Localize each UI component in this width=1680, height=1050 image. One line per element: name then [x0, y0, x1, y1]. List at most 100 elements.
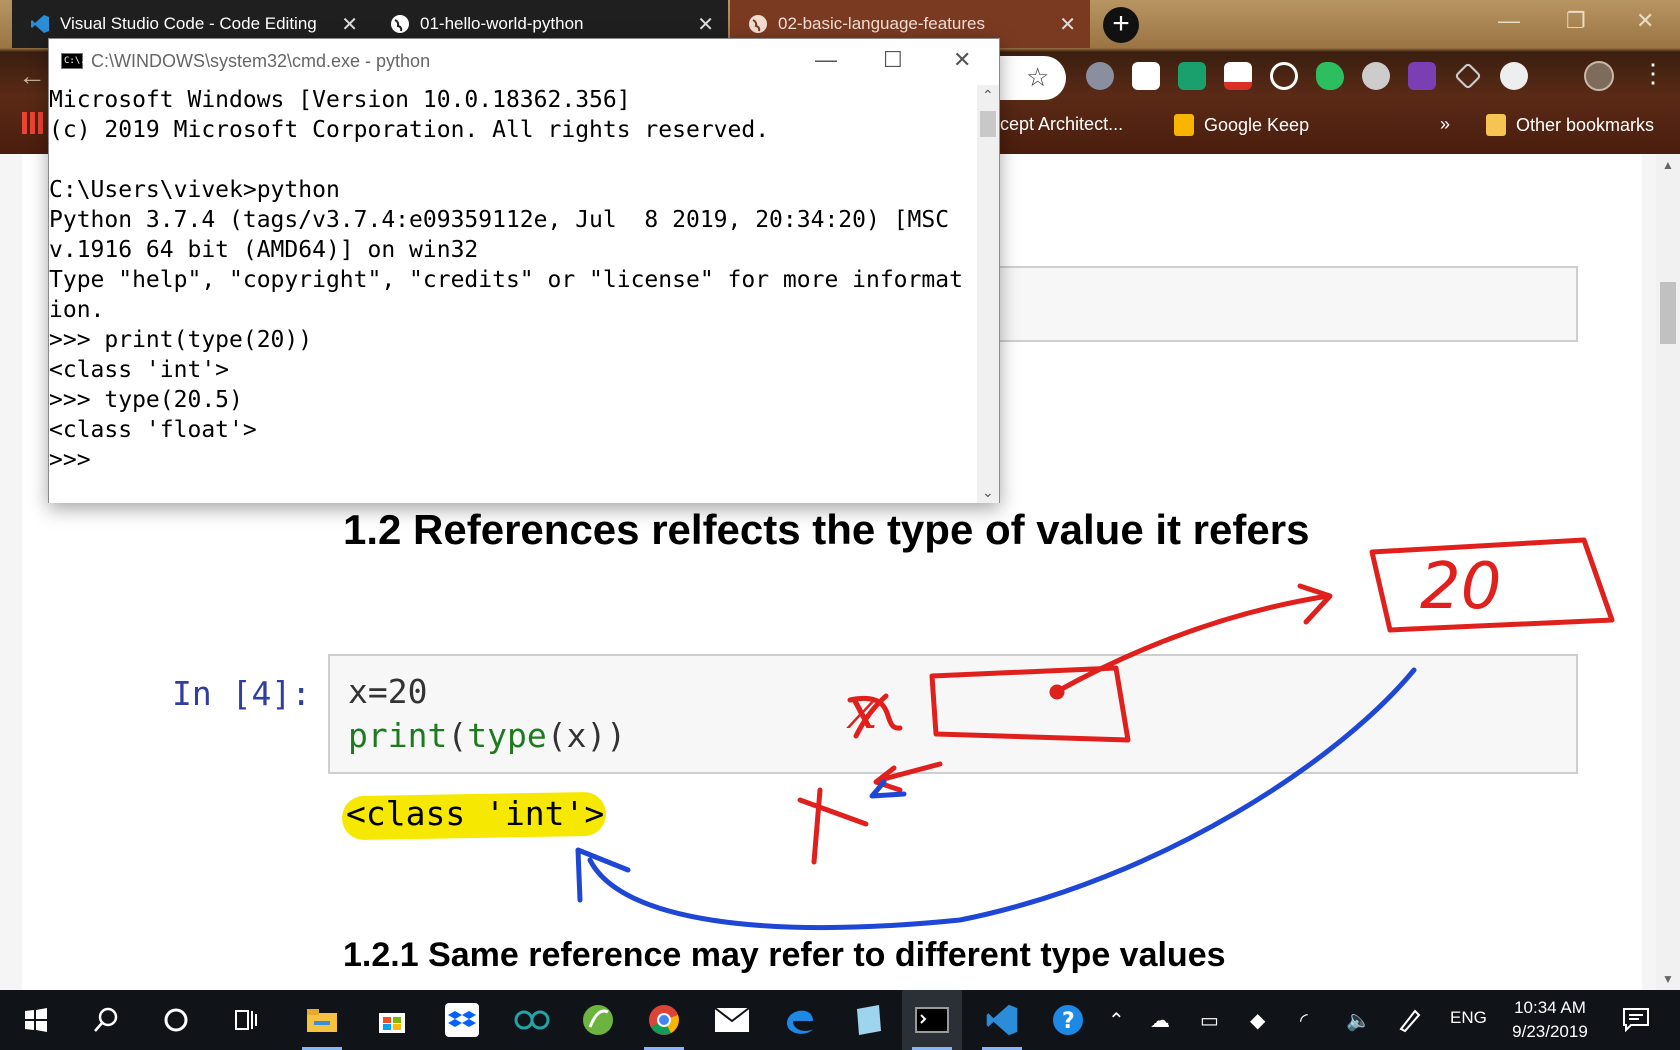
- folder-icon: [1486, 114, 1506, 136]
- scroll-down-icon[interactable]: ⌄: [982, 484, 994, 501]
- vscode-taskbar-icon[interactable]: [972, 990, 1032, 1050]
- minimize-icon[interactable]: —: [815, 47, 837, 73]
- console-line: v.1916 64 bit (AMD64)] on win32: [49, 237, 479, 263]
- maximize-icon[interactable]: ☐: [883, 47, 903, 73]
- wifi-icon[interactable]: ◜: [1300, 1008, 1308, 1033]
- clock-time: 10:34 AM: [1514, 998, 1586, 1017]
- notifications-icon[interactable]: [1606, 990, 1666, 1050]
- cmd-title: C:\WINDOWS\system32\cmd.exe - python: [91, 51, 431, 71]
- page-scrollbar[interactable]: ▲ ▼: [1656, 154, 1680, 990]
- scroll-up-icon[interactable]: ⌃: [982, 87, 994, 104]
- tab-title: Visual Studio Code - Code Editing: [60, 14, 317, 33]
- section-heading: 1.2 References relfects the type of valu…: [343, 506, 1310, 553]
- code-cell[interactable]: x=20 print(type(x)): [328, 654, 1578, 774]
- back-arrow-icon[interactable]: ←: [18, 60, 46, 92]
- scroll-thumb[interactable]: [1660, 282, 1676, 344]
- clock-date: 9/23/2019: [1512, 1022, 1588, 1041]
- cmd-console[interactable]: Microsoft Windows [Version 10.0.18362.35…: [49, 85, 977, 503]
- console-line: <class 'int'>: [49, 357, 230, 383]
- cmd-app-icon: C:\.: [61, 53, 86, 69]
- extension-icon[interactable]: [1086, 62, 1114, 90]
- globe-icon: [749, 15, 767, 33]
- scroll-down-icon[interactable]: ▼: [1662, 972, 1674, 986]
- task-view-icon[interactable]: [216, 990, 276, 1050]
- onenote-icon[interactable]: [1408, 62, 1436, 90]
- profile-avatar[interactable]: [1584, 61, 1614, 91]
- gmail-icon[interactable]: [1224, 62, 1252, 90]
- notes-icon[interactable]: [838, 990, 898, 1050]
- chevron-up-icon[interactable]: ⌃: [1108, 1008, 1125, 1033]
- console-line: C:\Users\vivek>python: [49, 177, 340, 203]
- clock[interactable]: 10:34 AM 9/23/2019: [1500, 996, 1600, 1044]
- start-windows-icon[interactable]: [6, 990, 66, 1050]
- console-line: Microsoft Windows [Version 10.0.18362.35…: [49, 87, 631, 113]
- bookmarks-overflow-button[interactable]: »: [1440, 114, 1450, 135]
- extension-icon[interactable]: [1362, 62, 1390, 90]
- console-prompt: >>>: [49, 447, 91, 473]
- new-tab-button[interactable]: +: [1103, 7, 1139, 43]
- code-line: print(type(x)): [348, 716, 627, 755]
- extension-icon[interactable]: [1500, 62, 1528, 90]
- dropbox-icon[interactable]: [432, 990, 492, 1050]
- scroll-thumb[interactable]: [980, 111, 996, 137]
- close-tab-icon[interactable]: ✕: [1059, 12, 1076, 37]
- console-line: >>> type(20.5): [49, 387, 243, 413]
- close-tab-icon[interactable]: ✕: [697, 12, 714, 37]
- battery-icon[interactable]: ▭: [1200, 1008, 1219, 1033]
- more-menu-icon[interactable]: ⋮: [1640, 60, 1666, 86]
- chrome-icon[interactable]: [634, 990, 694, 1050]
- minimize-icon[interactable]: —: [1498, 8, 1520, 34]
- extensions-row: [1086, 62, 1528, 90]
- dropbox-tray-icon[interactable]: ◆: [1250, 1008, 1265, 1033]
- arduino-icon[interactable]: [502, 990, 562, 1050]
- console-line: Python 3.7.4 (tags/v3.7.4:e09359112e, Ju…: [49, 207, 950, 233]
- close-window-icon[interactable]: ✕: [1636, 8, 1654, 34]
- file-explorer-icon[interactable]: [292, 990, 352, 1050]
- console-line: >>> print(type(20)): [49, 327, 313, 353]
- extension-icon[interactable]: [1178, 62, 1206, 90]
- restore-icon[interactable]: ❐: [1566, 8, 1586, 34]
- taskbar: ? ⌃ ☁ ▭ ◆ ◜ 🔈 ENG 10:34 AM 9/23/2019: [0, 990, 1680, 1050]
- scroll-up-icon[interactable]: ▲: [1662, 158, 1674, 172]
- code-line: x=20: [348, 672, 428, 711]
- volume-icon[interactable]: 🔈: [1346, 1008, 1371, 1033]
- bookmark-item[interactable]: ncept Architect...: [990, 114, 1123, 135]
- edge-icon[interactable]: [770, 990, 830, 1050]
- console-line: (c) 2019 Microsoft Corporation. All righ…: [49, 117, 770, 143]
- close-icon[interactable]: ✕: [953, 47, 971, 73]
- store-icon[interactable]: [362, 990, 422, 1050]
- dropbox-icon[interactable]: [1454, 62, 1482, 90]
- console-line: <class 'float'>: [49, 417, 257, 443]
- bookmark-google-keep[interactable]: Google Keep: [1174, 114, 1309, 136]
- console-line: ion.: [49, 297, 105, 323]
- svg-text:?: ?: [1062, 1009, 1075, 1034]
- bookmark-other[interactable]: Other bookmarks: [1486, 114, 1654, 136]
- cmd-scrollbar[interactable]: ⌃ ⌄: [977, 85, 999, 503]
- pen-workspace-icon[interactable]: [1382, 990, 1438, 1050]
- mail-icon[interactable]: [702, 990, 762, 1050]
- globe-icon: [391, 15, 409, 33]
- react-icon[interactable]: [1270, 62, 1298, 90]
- spring-tool-icon[interactable]: [568, 990, 628, 1050]
- cmd-taskbar-icon[interactable]: [902, 990, 962, 1050]
- vscode-icon: [31, 15, 49, 33]
- cmd-window[interactable]: C:\. C:\WINDOWS\system32\cmd.exe - pytho…: [48, 38, 1000, 503]
- cortana-icon[interactable]: [146, 990, 206, 1050]
- help-icon[interactable]: ?: [1038, 990, 1098, 1050]
- cell-prompt: In [4]:: [172, 674, 312, 713]
- bookmark-star-icon[interactable]: ☆: [1026, 62, 1049, 93]
- onedrive-icon[interactable]: ☁: [1150, 1008, 1170, 1033]
- google-keep-icon: [1174, 114, 1194, 136]
- tab-title: 01-hello-world-python: [420, 14, 584, 33]
- cmd-title-bar[interactable]: C:\. C:\WINDOWS\system32\cmd.exe - pytho…: [49, 39, 999, 85]
- close-tab-icon[interactable]: ✕: [341, 12, 358, 37]
- evernote-icon[interactable]: [1316, 62, 1344, 90]
- tab-title: 02-basic-language-features: [778, 14, 985, 33]
- cell-output: <class 'int'>: [346, 794, 605, 833]
- language-indicator[interactable]: ENG: [1450, 1008, 1487, 1028]
- console-line: Type "help", "copyright", "credits" or "…: [49, 267, 963, 293]
- extension-icon[interactable]: [1132, 62, 1160, 90]
- subsection-heading: 1.2.1 Same reference may refer to differ…: [343, 936, 1226, 974]
- search-icon[interactable]: [76, 990, 136, 1050]
